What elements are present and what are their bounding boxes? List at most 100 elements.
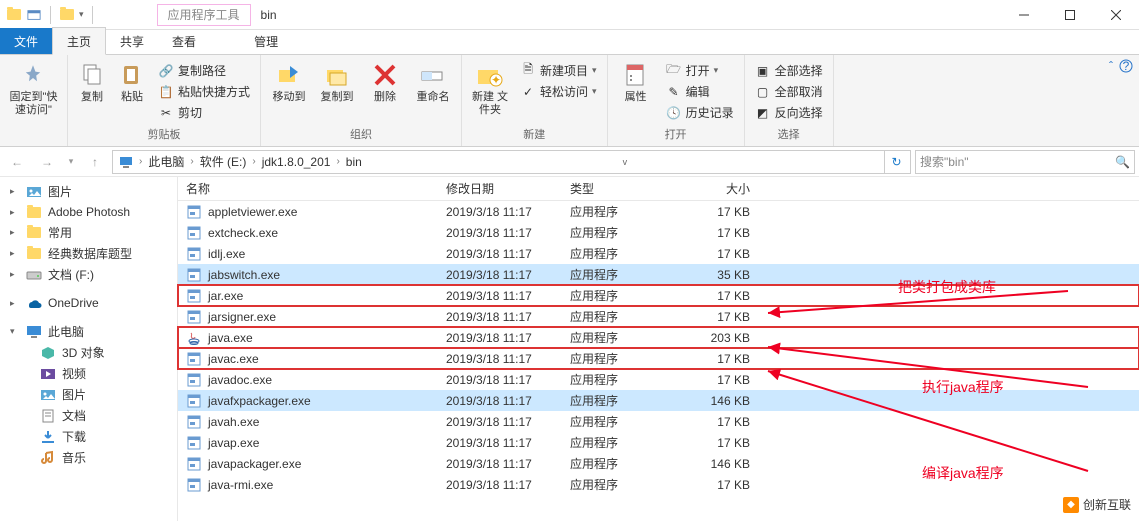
annotation-text: 把类打包成类库 <box>898 277 996 297</box>
paste-shortcut-button[interactable]: 📋粘贴快捷方式 <box>154 82 254 101</box>
nav-item[interactable]: 下载 <box>0 426 177 447</box>
help-icon[interactable]: ? <box>1119 59 1133 73</box>
nav-back-button[interactable]: ← <box>4 150 30 174</box>
select-all-button[interactable]: ▣全部选择 <box>751 61 827 80</box>
file-type: 应用程序 <box>562 329 672 346</box>
chevron-right-icon[interactable]: › <box>336 156 339 167</box>
exe-icon <box>186 225 202 241</box>
quick-access-toolbar: ▾ <box>0 6 97 24</box>
file-row[interactable]: extcheck.exe2019/3/18 11:17应用程序17 KB <box>178 222 1139 243</box>
ribbon-help[interactable]: ˆ ? <box>1109 59 1133 73</box>
file-row[interactable]: appletviewer.exe2019/3/18 11:17应用程序17 KB <box>178 201 1139 222</box>
nav-item[interactable]: ▸图片 <box>0 181 177 202</box>
column-headers[interactable]: 名称 修改日期 类型 大小 <box>178 177 1139 201</box>
file-type: 应用程序 <box>562 308 672 325</box>
copy-path-button[interactable]: 🔗复制路径 <box>154 61 254 80</box>
file-type: 应用程序 <box>562 350 672 367</box>
maximize-button[interactable] <box>1047 0 1093 30</box>
new-item-button[interactable]: 🗎新建项目▾ <box>516 61 601 80</box>
file-size: 203 KB <box>672 331 758 345</box>
chevron-right-icon[interactable]: › <box>190 156 193 167</box>
nav-label: 视频 <box>62 365 86 382</box>
close-button[interactable] <box>1093 0 1139 30</box>
paste-button[interactable]: 粘贴 <box>114 59 150 104</box>
easy-access-button[interactable]: ✓轻松访问▾ <box>516 82 601 101</box>
history-button[interactable]: 🕓历史记录 <box>662 103 738 122</box>
file-type: 应用程序 <box>562 266 672 283</box>
watermark: ◆ 创新互联 <box>1059 494 1135 515</box>
svg-text:✦: ✦ <box>491 73 501 87</box>
copy-icon <box>77 60 107 90</box>
minimize-button[interactable] <box>1001 0 1047 30</box>
nav-item[interactable]: ▸OneDrive <box>0 293 177 313</box>
properties-button[interactable]: 属性 <box>614 59 658 104</box>
search-input[interactable]: 搜索"bin" 🔍 <box>915 150 1135 174</box>
copy-button[interactable]: 复制 <box>74 59 110 104</box>
move-to-button[interactable]: 移动到 <box>267 59 311 104</box>
chevron-right-icon[interactable]: › <box>139 156 142 167</box>
pin-button[interactable]: 固定到"快 速访问" <box>6 59 61 117</box>
nav-up-button[interactable]: ↑ <box>82 150 108 174</box>
address-dropdown[interactable]: v <box>613 151 637 173</box>
nav-item[interactable]: ▸常用 <box>0 222 177 243</box>
cut-button[interactable]: ✂剪切 <box>154 103 254 122</box>
open-icon: 🗁 <box>666 63 682 79</box>
nav-label: 图片 <box>48 183 72 200</box>
nav-item[interactable]: 图片 <box>0 384 177 405</box>
new-folder-button[interactable]: ✦ 新建 文件夹 <box>468 59 512 117</box>
nav-item[interactable]: 3D 对象 <box>0 342 177 363</box>
copy-to-icon <box>322 60 352 90</box>
scissors-icon: ✂ <box>158 105 174 121</box>
tab-view[interactable]: 查看 <box>158 28 210 54</box>
tab-share[interactable]: 共享 <box>106 28 158 54</box>
qat-open-icon[interactable] <box>26 7 42 23</box>
nav-item[interactable]: ▸经典数据库题型 <box>0 243 177 264</box>
file-row[interactable]: idlj.exe2019/3/18 11:17应用程序17 KB <box>178 243 1139 264</box>
file-date: 2019/3/18 11:17 <box>438 436 562 450</box>
refresh-button[interactable]: ↻ <box>884 151 908 173</box>
copy-to-button[interactable]: 复制到 <box>315 59 359 104</box>
delete-button[interactable]: 删除 <box>363 59 407 104</box>
open-button[interactable]: 🗁打开▾ <box>662 61 738 80</box>
pin-icon <box>19 60 49 90</box>
rename-button[interactable]: 重命名 <box>411 59 455 104</box>
properties-icon <box>621 60 651 90</box>
chevron-right-icon[interactable]: › <box>252 156 255 167</box>
col-name[interactable]: 名称 <box>178 180 438 197</box>
file-name: javah.exe <box>208 415 259 429</box>
watermark-logo-icon: ◆ <box>1063 497 1079 513</box>
file-list: 名称 修改日期 类型 大小 appletviewer.exe2019/3/18 … <box>178 177 1139 521</box>
nav-forward-button[interactable]: → <box>34 150 60 174</box>
col-type[interactable]: 类型 <box>562 180 672 197</box>
tab-manage[interactable]: 管理 <box>240 28 292 54</box>
invert-select-button[interactable]: ◩反向选择 <box>751 103 827 122</box>
col-date[interactable]: 修改日期 <box>438 180 562 197</box>
col-size[interactable]: 大小 <box>672 180 758 197</box>
folder-icon-small[interactable] <box>59 7 75 23</box>
nav-item[interactable]: ▾此电脑 <box>0 321 177 342</box>
file-size: 17 KB <box>672 478 758 492</box>
file-type: 应用程序 <box>562 371 672 388</box>
crumb-pc[interactable]: 此电脑 <box>144 151 188 172</box>
nav-item[interactable]: ▸文档 (F:) <box>0 264 177 285</box>
select-none-button[interactable]: ▢全部取消 <box>751 82 827 101</box>
crumb-jdk[interactable]: jdk1.8.0_201 <box>258 153 335 171</box>
nav-item[interactable]: 文档 <box>0 405 177 426</box>
nav-item[interactable]: 视频 <box>0 363 177 384</box>
drive-icon <box>26 267 42 283</box>
tab-file[interactable]: 文件 <box>0 28 52 54</box>
edit-button[interactable]: ✎编辑 <box>662 82 738 101</box>
nav-item[interactable]: ▸Adobe Photosh <box>0 202 177 222</box>
nav-recent-button[interactable]: ▾ <box>64 150 78 174</box>
navigation-pane[interactable]: ▸图片▸Adobe Photosh▸常用▸经典数据库题型▸文档 (F:) ▸One… <box>0 177 178 521</box>
crumb-bin[interactable]: bin <box>342 153 366 171</box>
crumb-drive[interactable]: 软件 (E:) <box>196 151 251 172</box>
ribbon: ˆ ? 固定到"快 速访问" 复制 粘贴 🔗复制路径 📋粘贴快捷方式 ✂ <box>0 55 1139 147</box>
address-bar: ← → ▾ ↑ › 此电脑 › 软件 (E:) › jdk1.8.0_201 ›… <box>0 147 1139 177</box>
nav-item[interactable]: 音乐 <box>0 447 177 468</box>
file-date: 2019/3/18 11:17 <box>438 289 562 303</box>
breadcrumb[interactable]: › 此电脑 › 软件 (E:) › jdk1.8.0_201 › bin v ↻ <box>112 150 911 174</box>
search-icon: 🔍 <box>1115 155 1130 169</box>
qat-dropdown-icon[interactable]: ▾ <box>79 9 84 20</box>
tab-home[interactable]: 主页 <box>52 27 106 55</box>
